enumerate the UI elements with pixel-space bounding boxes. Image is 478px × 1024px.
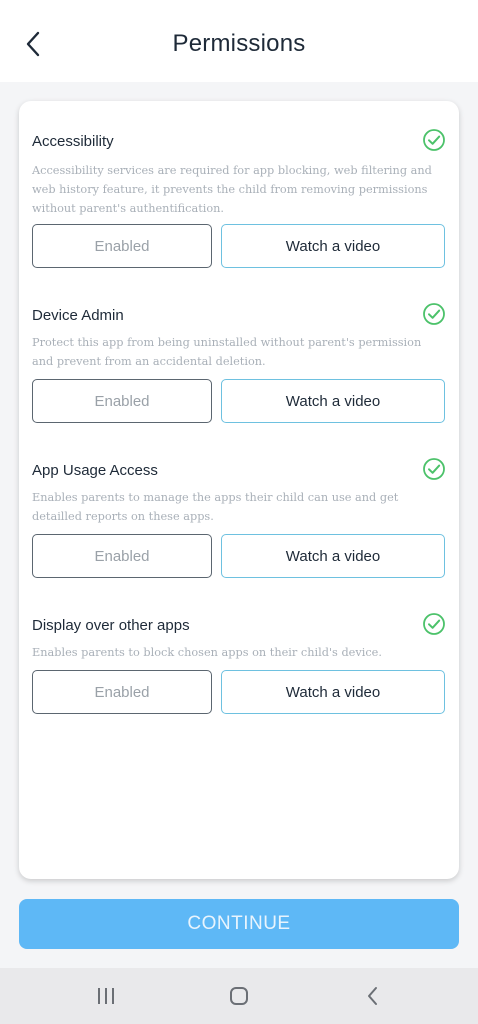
enabled-button[interactable]: Enabled (32, 379, 212, 423)
permission-title: Accessibility (32, 133, 114, 150)
home-icon (230, 987, 248, 1005)
watch-video-button[interactable]: Watch a video (221, 379, 445, 423)
watch-video-button[interactable]: Watch a video (221, 534, 445, 578)
watch-video-button[interactable]: Watch a video (221, 670, 445, 714)
recent-apps-button[interactable] (86, 980, 126, 1012)
system-nav-bar (0, 968, 478, 1024)
permission-description: Enables parents to block chosen apps on … (32, 646, 382, 659)
enabled-button[interactable]: Enabled (32, 224, 212, 268)
check-circle-icon (423, 303, 445, 325)
permission-description: Enables parents to manage the apps their… (32, 491, 399, 523)
permission-title: Display over other apps (32, 617, 190, 634)
back-icon (368, 987, 377, 1005)
check-circle-icon (423, 129, 445, 151)
permission-description: Protect this app from being uninstalled … (32, 336, 422, 368)
check-circle-icon (423, 613, 445, 635)
permissions-card: Accessibility Accessibility services are… (19, 101, 459, 879)
enabled-button[interactable]: Enabled (32, 534, 212, 578)
permission-title: Device Admin (32, 307, 124, 324)
permission-description: Accessibility services are required for … (32, 164, 432, 215)
page-title: Permissions (172, 30, 306, 57)
home-button[interactable] (219, 980, 259, 1012)
enabled-button[interactable]: Enabled (32, 670, 212, 714)
watch-video-button[interactable]: Watch a video (221, 224, 445, 268)
check-circle-icon (423, 458, 445, 480)
continue-button[interactable]: CONTINUE (19, 899, 459, 949)
app-header: Permissions (0, 0, 478, 82)
system-back-button[interactable] (353, 980, 393, 1012)
recent-apps-icon (98, 988, 114, 1004)
permission-title: App Usage Access (32, 462, 158, 479)
